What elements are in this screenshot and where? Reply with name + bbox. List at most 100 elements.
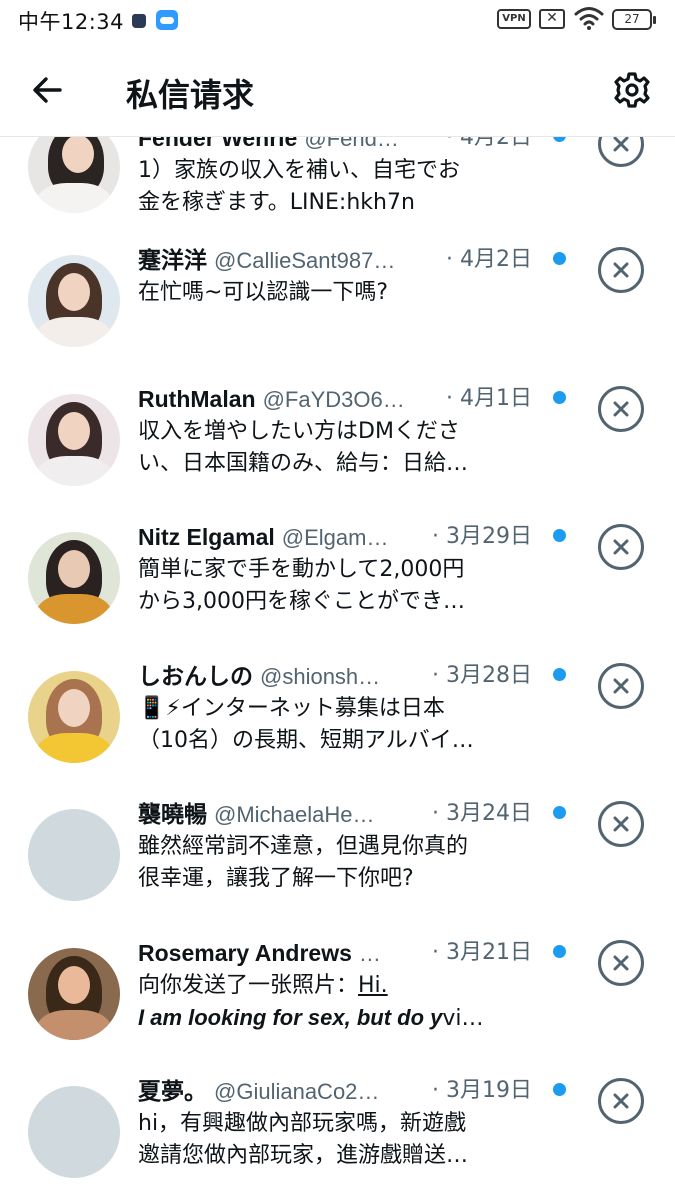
dismiss-button[interactable]: [598, 524, 644, 570]
unread-dot: [553, 667, 566, 681]
close-icon: [613, 401, 629, 416]
close-icon: [613, 678, 629, 693]
message-preview: 📱⚡インターネット募集は日本 （10名）の長期、短期アルバイ…: [138, 693, 538, 757]
message-preview: hi，有興趣做內部玩家嗎，新遊戲 邀請您做內部玩家，進游戲贈送…: [138, 1108, 538, 1172]
dismiss-button[interactable]: [598, 939, 644, 986]
request-content: 夏夢。 @GiulianaCo2… · 3月19日 hi，有興趣做內部玩家嗎，新…: [138, 1074, 538, 1172]
preview-line: hi，有興趣做內部玩家嗎，新遊戲: [138, 1111, 467, 1136]
cloud-app-icon: [156, 10, 178, 30]
unread-dot: [553, 390, 566, 404]
preview-line: 📱⚡インターネット募集は日本: [138, 695, 445, 721]
no-sim-icon: ✕: [539, 9, 565, 29]
sender-handle: @Fend…: [304, 137, 399, 151]
sender-name: RuthMalan: [138, 385, 256, 412]
request-content: Fender Wehrle @Fend… · 4月2日 1）家族の収入を補い、自…: [138, 137, 538, 219]
list-item[interactable]: RuthMalan @FaYD3O6… · 4月1日 収入を増やしたい方はDMく…: [0, 381, 675, 521]
dismiss-button[interactable]: [598, 1078, 644, 1124]
sender-name: Rosemary Andrews: [138, 939, 352, 966]
sender-name: 蹇洋洋: [138, 247, 207, 273]
request-content: 襲曉暢 @MichaelaHe… · 3月24日 雖然經常詞不達意，但遇見你真的…: [138, 797, 538, 895]
unread-dot: [553, 1083, 566, 1096]
unread-dot: [553, 529, 566, 542]
preview-line: 1）家族の収入を補い、自宅でお: [138, 158, 460, 183]
unread-dot: [553, 252, 566, 265]
request-content: 蹇洋洋 @CallieSant987… · 4月2日 在忙嗎~可以認識一下嗎?: [138, 243, 538, 341]
gear-icon: [614, 72, 650, 108]
sender-handle: @CallieSant987…: [214, 248, 396, 273]
request-date: · 4月1日: [442, 381, 532, 416]
top-app-bar: 私信请求: [0, 40, 675, 137]
request-date: · 4月2日: [442, 137, 532, 155]
avatar-placeholder: [28, 1086, 120, 1178]
sender-name: しおんしの: [138, 662, 253, 689]
page-title: 私信请求: [126, 76, 255, 114]
settings-button[interactable]: [610, 68, 654, 112]
dismiss-button[interactable]: [598, 137, 644, 167]
sender-handle: …: [358, 940, 381, 966]
sender-name: 夏夢。: [138, 1078, 207, 1104]
list-item[interactable]: Fender Wehrle @Fend… · 4月2日 1）家族の収入を補い、自…: [0, 137, 675, 243]
message-preview: 1）家族の収入を補い、自宅でお 金を稼ぎます。LINE:hkh7n: [138, 155, 538, 219]
preview-text-italic: I am looking for sex, but do y: [138, 1004, 443, 1030]
preview-line: 金を稼ぎます。LINE:hkh7n: [138, 190, 415, 215]
avatar: [28, 670, 120, 763]
dismiss-button[interactable]: [598, 801, 644, 847]
dismiss-button[interactable]: [598, 385, 644, 432]
arrow-left-icon: [33, 77, 62, 103]
close-icon: [613, 137, 629, 152]
preview-line: 雖然經常詞不達意，但遇見你真的: [138, 834, 469, 859]
message-preview: 在忙嗎~可以認識一下嗎?: [138, 277, 538, 341]
cat-app-icon: [132, 14, 146, 28]
preview-text: vi…: [442, 1005, 484, 1031]
back-button[interactable]: [26, 68, 70, 112]
list-item[interactable]: しおんしの @shionsh… · 3月28日 📱⚡インターネット募集は日本 （…: [0, 658, 675, 798]
wifi-icon: [574, 6, 604, 34]
close-icon: [613, 816, 629, 832]
photo-link[interactable]: Hi.: [358, 973, 388, 998]
request-date: · 3月28日: [428, 658, 532, 693]
close-icon: [613, 1093, 629, 1109]
dismiss-button[interactable]: [598, 247, 644, 293]
request-date: · 3月24日: [428, 797, 532, 831]
avatar: [28, 532, 120, 624]
request-date: · 4月2日: [442, 243, 532, 277]
list-item[interactable]: 襲曉暢 @MichaelaHe… · 3月24日 雖然經常詞不達意，但遇見你真的…: [0, 797, 675, 936]
request-content: しおんしの @shionsh… · 3月28日 📱⚡インターネット募集は日本 （…: [138, 658, 538, 757]
battery-icon: 27: [612, 9, 656, 30]
request-content: RuthMalan @FaYD3O6… · 4月1日 収入を増やしたい方はDMく…: [138, 381, 538, 480]
list-item[interactable]: 蹇洋洋 @CallieSant987… · 4月2日 在忙嗎~可以認識一下嗎?: [0, 243, 675, 382]
close-icon: [613, 539, 629, 555]
dismiss-button[interactable]: [598, 662, 644, 709]
preview-line: 簡単に家で手を動かして2,000円: [138, 557, 465, 582]
preview-line: 向你发送了一张照片：Hi.: [138, 970, 538, 1002]
preview-line: 収入を増やしたい方はDMくださ: [138, 418, 460, 444]
request-content: Nitz Elgamal @Elgam… · 3月29日 簡単に家で手を動かして…: [138, 520, 538, 618]
close-icon: [613, 262, 629, 278]
request-date: · 3月29日: [428, 520, 532, 554]
preview-line: 邀請您做內部玩家，進游戲贈送…: [138, 1143, 469, 1168]
list-item[interactable]: Rosemary Andrews … · 3月21日 向你发送了一张照片：Hi.…: [0, 935, 675, 1075]
avatar: [28, 255, 120, 347]
list-item[interactable]: Nitz Elgamal @Elgam… · 3月29日 簡単に家で手を動かして…: [0, 520, 675, 659]
preview-line: 在忙嗎~可以認識一下嗎?: [138, 280, 389, 305]
sender-handle: @FaYD3O6…: [262, 386, 405, 412]
preview-text: 向你发送了一张照片：: [138, 972, 359, 998]
request-date: · 3月19日: [428, 1074, 532, 1108]
vpn-icon: VPN: [497, 9, 531, 29]
unread-dot: [553, 806, 566, 819]
sender-name: Fender Wehrle: [138, 137, 298, 151]
message-preview: 雖然經常詞不達意，但遇見你真的 很幸運，讓我了解一下你吧?: [138, 831, 538, 895]
preview-line: から3,000円を稼ぐことができ…: [138, 589, 465, 614]
message-preview: 収入を増やしたい方はDMくださ い、日本国籍のみ、給与：日給…: [138, 416, 538, 480]
close-icon: [613, 955, 629, 970]
sender-handle: @shionsh…: [260, 663, 381, 689]
message-preview: 簡単に家で手を動かして2,000円 から3,000円を稼ぐことができ…: [138, 554, 538, 618]
avatar-placeholder: [28, 809, 120, 901]
status-time: 中午12:34: [18, 10, 125, 34]
sender-name: 襲曉暢: [138, 801, 207, 827]
sender-name: Nitz Elgamal: [138, 524, 275, 550]
preview-line: （10名）の長期、短期アルバイ…: [138, 727, 474, 753]
sender-handle: @GiulianaCo2…: [214, 1079, 380, 1104]
status-bar: 中午12:34 VPN ✕ 27: [0, 0, 675, 40]
list-item[interactable]: 夏夢。 @GiulianaCo2… · 3月19日 hi，有興趣做內部玩家嗎，新…: [0, 1074, 675, 1200]
